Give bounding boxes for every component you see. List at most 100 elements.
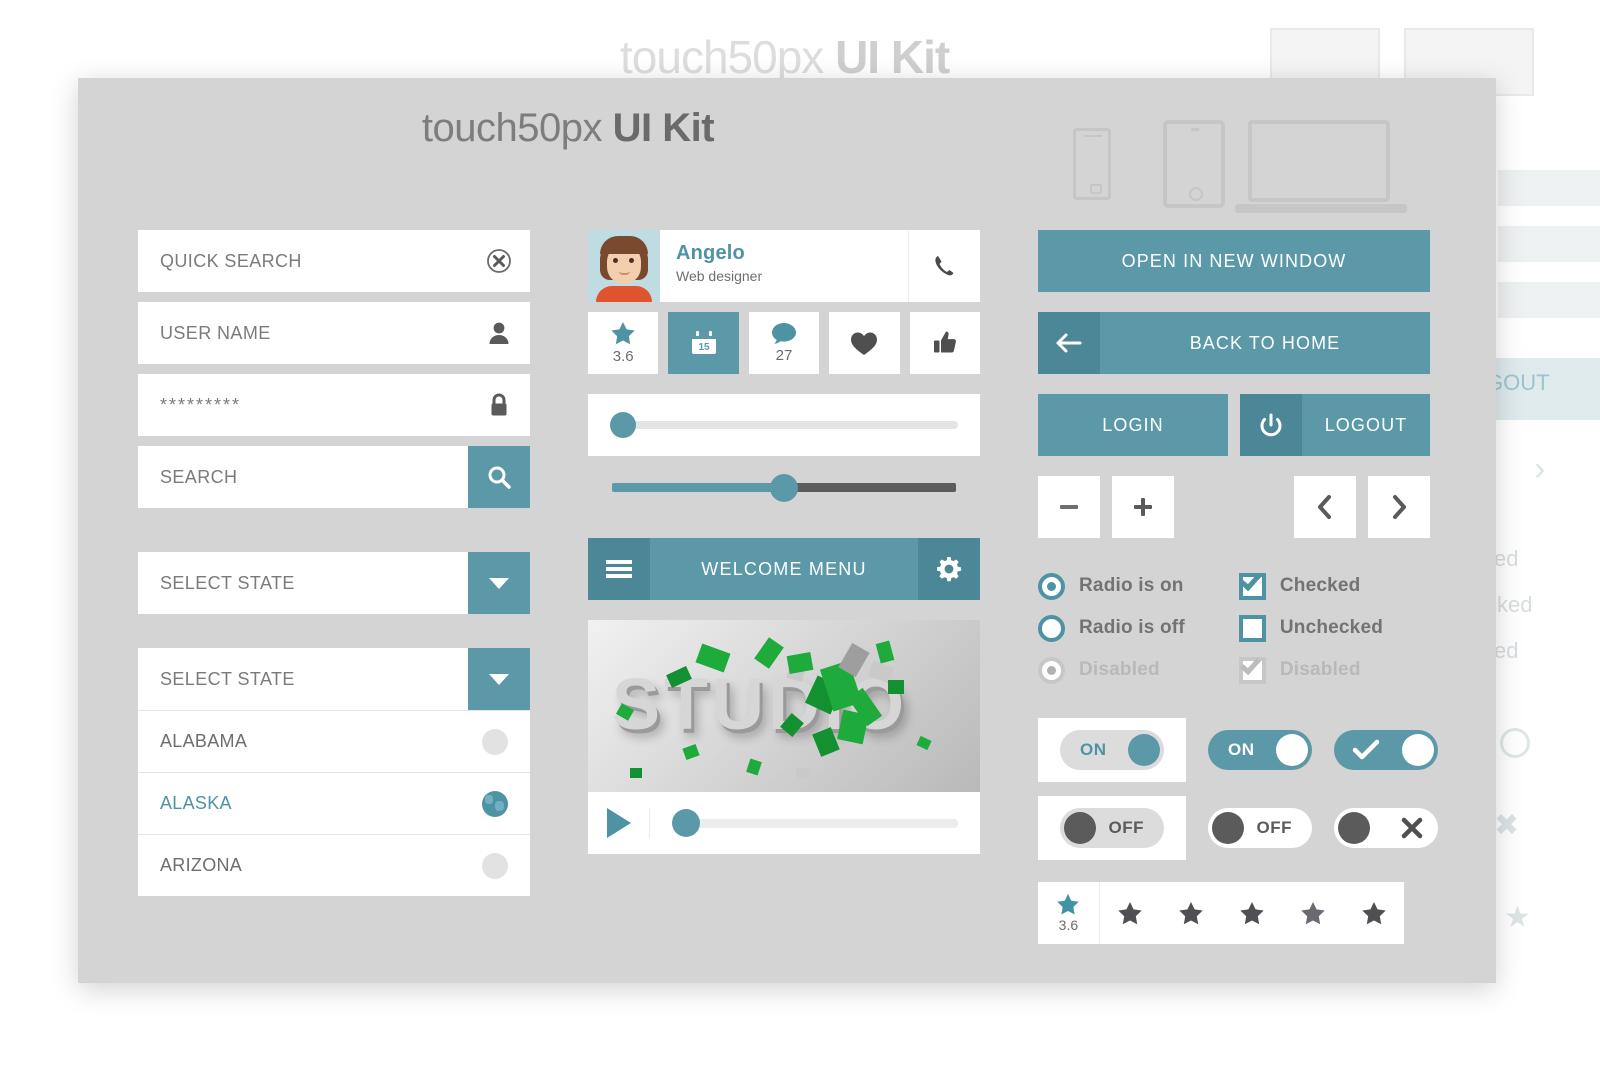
logout-button[interactable]: LOGOUT [1240,394,1430,456]
comment-icon [772,323,797,344]
slider-knob[interactable] [610,412,636,438]
slider-standalone[interactable] [588,456,980,518]
select-state-closed[interactable]: SELECT STATE [138,552,530,614]
search-input[interactable]: SEARCH [138,446,530,508]
ui-kit-panel: touch50px UI Kit QUICK SEARCH USER NAME [78,78,1496,983]
stat-heart[interactable] [829,312,900,374]
ghost-checked-text: ed [1494,546,1519,571]
toggle-on-check[interactable] [1334,730,1438,770]
checkbox-icon[interactable] [1238,614,1266,642]
globe-icon [482,790,508,817]
chevron-down-icon[interactable] [468,648,530,710]
video-controls [588,792,980,854]
star-icon [1057,893,1080,915]
radio-on[interactable]: Radio is on [1038,566,1185,606]
radio-off[interactable]: Radio is off [1038,608,1185,648]
rating-star[interactable] [1343,901,1404,926]
state-dot-icon [482,852,508,879]
login-button[interactable]: LOGIN [1038,394,1228,456]
radio-icon [1038,656,1065,684]
profile-card[interactable]: Angelo Web designer [588,230,980,302]
search-icon[interactable] [468,446,530,508]
checkbox-checked[interactable]: Checked [1238,566,1383,606]
ghost-strip-a [1498,170,1600,206]
ghost-x-icon: ✖ [1494,809,1520,842]
user-name-input[interactable]: USER NAME [138,302,530,364]
toggle-knob[interactable] [1212,812,1244,844]
lock-icon [468,392,530,418]
power-icon[interactable] [1240,394,1302,456]
rating-star[interactable] [1221,901,1282,926]
x-icon [1400,816,1424,845]
toggle-on-carded[interactable]: ON [1038,718,1186,782]
radio-disabled: Disabled [1038,650,1185,690]
rating-star[interactable] [1161,901,1222,926]
gear-icon[interactable] [918,538,980,600]
star-icon [1240,901,1264,924]
phone-icon[interactable] [908,230,980,302]
toggle-off-x[interactable] [1334,808,1438,848]
password-input[interactable]: ********* [138,374,530,436]
stat-calendar[interactable]: 15 [668,312,739,374]
play-icon[interactable] [588,808,650,838]
toggle-off-carded[interactable]: OFF [1038,796,1186,860]
slider-knob[interactable] [770,473,799,502]
back-arrow-icon[interactable] [1038,312,1100,374]
video-progress-knob[interactable] [672,808,700,837]
open-in-new-window-button[interactable]: OPEN IN NEW WINDOW [1038,230,1430,292]
device-icons [1063,108,1463,218]
auth-button-row: LOGIN LOGOUT [1038,394,1430,456]
video-thumbnail[interactable]: STUDIO [588,620,980,792]
list-item[interactable]: ALABAMA [138,710,530,772]
star-icon [1179,901,1203,924]
profile-text: Angelo Web designer [660,230,908,302]
toggle-knob[interactable] [1128,734,1160,766]
toggle-switch[interactable]: ON [1060,730,1164,770]
toggle-on-teal[interactable]: ON [1208,730,1312,770]
ghost-disabled-text: ed [1494,638,1519,663]
right-column: OPEN IN NEW WINDOW BACK TO HOME LOGIN LO… [1038,230,1438,944]
toggle-knob[interactable] [1402,734,1434,766]
toggle-off-white[interactable]: OFF [1208,808,1312,848]
stepper-pager-row [1038,476,1430,538]
toggle-knob[interactable] [1276,734,1308,766]
slider-card[interactable] [588,394,980,456]
rating-star[interactable] [1100,901,1161,926]
clear-circle-x-icon[interactable] [468,248,530,274]
radio-icon[interactable] [1038,572,1065,600]
toggle-knob[interactable] [1338,812,1370,844]
checkbox-unchecked[interactable]: Unchecked [1238,608,1383,648]
radio-group: Radio is on Radio is off Disabled [1038,566,1185,692]
back-to-home-button[interactable]: BACK TO HOME [1038,312,1430,374]
calendar-icon: 15 [691,331,716,354]
toggle-row-on: ON ON [1038,718,1438,782]
chevron-left-icon[interactable] [1294,476,1356,538]
stat-thumbs-up[interactable] [909,312,981,374]
stat-comment[interactable]: 27 [748,312,820,374]
radio-label: Disabled [1079,659,1160,680]
rating-value-cell[interactable]: 3.6 [1038,882,1100,944]
stat-star[interactable]: 3.6 [588,312,659,374]
video-progress-track[interactable] [672,808,958,837]
toggle-switch[interactable]: OFF [1060,808,1164,848]
hamburger-icon[interactable] [588,538,650,600]
star-icon [611,322,635,345]
slider-track[interactable] [610,412,958,438]
quick-search-input[interactable]: QUICK SEARCH [138,230,530,292]
ghost-star-icon: ★ [1504,901,1531,934]
checkbox-icon[interactable] [1238,569,1266,600]
radio-icon[interactable] [1038,614,1065,642]
list-item[interactable]: ALASKA [138,772,530,834]
slider-track[interactable] [612,473,956,502]
checkbox-icon [1238,653,1266,684]
plus-icon[interactable] [1112,476,1174,538]
list-item[interactable]: ARIZONA [138,834,530,896]
rating-bar[interactable]: 3.6 [1038,882,1404,944]
welcome-menu-bar[interactable]: WELCOME MENU [588,538,980,600]
chevron-right-icon[interactable] [1368,476,1430,538]
chevron-down-icon[interactable] [468,552,530,614]
toggle-knob[interactable] [1064,812,1096,844]
minus-icon[interactable] [1038,476,1100,538]
select-state-open-header[interactable]: SELECT STATE [138,648,530,710]
rating-star[interactable] [1282,901,1343,926]
